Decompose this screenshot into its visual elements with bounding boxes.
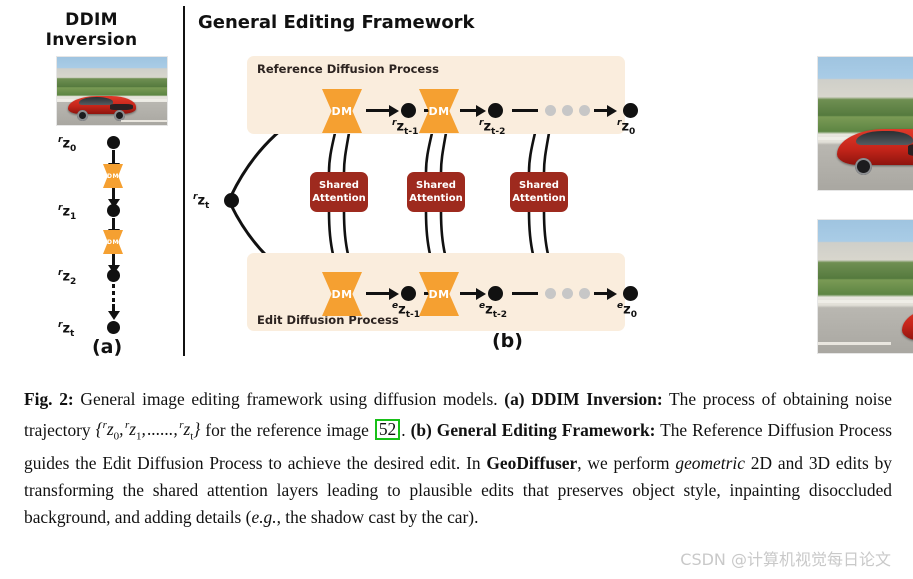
general-editing-framework-title: General Editing Framework [198, 12, 475, 33]
arrow-down [112, 150, 115, 164]
panel-a-ddim-inversion: DDIM Inversion rz0 DM rz1 DM rz2 rzt (a) [0, 0, 183, 378]
csdn-watermark: CSDN @计算机视觉每日论文 [680, 550, 891, 569]
shared-attention-block-2: Shared Attention [407, 172, 465, 212]
caption-text-4: . [401, 419, 411, 440]
caption-bold-geodiffuser: GeoDiffuser [486, 453, 578, 474]
attention-link [342, 132, 351, 173]
ellipsis-dot [562, 105, 573, 116]
figure-caption: Fig. 2: General image editing framework … [24, 386, 892, 530]
node-rzt [107, 321, 120, 334]
attention-link [424, 132, 434, 173]
reference-result-image [817, 56, 913, 191]
ellipsis-dot [545, 105, 556, 116]
car-wheel [854, 158, 872, 176]
attention-link [327, 132, 337, 173]
node-label-rzt-2: rzt-2 [479, 118, 506, 137]
node-label-rzt-1: rzt-1 [392, 118, 419, 137]
caption-text-8: , the shadow cast by the car). [276, 506, 479, 527]
arrow-right [594, 292, 608, 295]
connector-segment [512, 109, 538, 112]
panel-b-general-editing-framework: General Editing Framework rzt Reference … [183, 0, 913, 378]
caption-math-trajectory: {rz0, rz1, ......, rzt} [95, 419, 201, 443]
node-label-rz2: rz2 [58, 268, 77, 287]
edited-result-image [817, 219, 913, 354]
shared-attention-block-3: Shared Attention [510, 172, 568, 212]
shared-attention-block-1: Shared Attention [310, 172, 368, 212]
connector-segment [512, 292, 538, 295]
guardrail [818, 299, 913, 303]
ellipsis-dot [562, 288, 573, 299]
road-marking [120, 119, 167, 122]
node-label-rz1: rz1 [58, 203, 77, 222]
reference-diffusion-label: Reference Diffusion Process [257, 62, 439, 76]
caption-bold-b: (b) General Editing Framework: [410, 419, 656, 440]
node-label-rz0: rz0 [58, 135, 77, 154]
node-rz1 [107, 204, 120, 217]
node-rz0 [623, 103, 638, 118]
dm-block: DM [103, 164, 123, 188]
caption-figure-label: Fig. 2: [24, 389, 74, 409]
node-ezt-2 [488, 286, 503, 301]
ellipsis-dot [579, 105, 590, 116]
ddim-inversion-title: DDIM Inversion [0, 10, 183, 50]
node-rzt-2 [488, 103, 503, 118]
vertical-ellipsis [112, 284, 115, 304]
node-label-ez0: ez0 [617, 301, 637, 320]
node-rzt-1 [401, 103, 416, 118]
node-rz0 [107, 136, 120, 149]
arrow-right [594, 109, 608, 112]
ellipsis-dot [579, 288, 590, 299]
arrow-down [112, 188, 115, 200]
attention-link [439, 132, 448, 173]
arrow-down [112, 304, 115, 312]
node-label-rzt: rzt [58, 320, 75, 339]
car-object-edited [902, 305, 913, 342]
node-ez0 [623, 286, 638, 301]
arrow-right [460, 292, 477, 295]
node-label-branch-rzt: rzt [193, 192, 210, 211]
car-object [837, 128, 913, 165]
dm-block: DM [103, 230, 123, 254]
car-wheel [76, 110, 88, 122]
node-label-ezt-1: ezt-1 [392, 301, 420, 320]
arrow-right [366, 109, 390, 112]
reference-image-thumbnail [56, 56, 168, 126]
node-label-rz0: rz0 [617, 118, 636, 137]
ddim-title-line1: DDIM [65, 10, 118, 30]
panel-b-letter: (b) [492, 330, 523, 352]
ddim-title-line2: Inversion [45, 30, 138, 50]
node-branch-rzt [224, 193, 239, 208]
road-marking [818, 342, 892, 346]
caption-italic-geometric: geometric [675, 453, 745, 474]
node-ezt-1 [401, 286, 416, 301]
caption-text-6: , we perform [577, 453, 676, 474]
ellipsis-dot [545, 288, 556, 299]
attention-link [542, 132, 551, 173]
arrow-right [460, 109, 477, 112]
citation-link-52[interactable]: 52 [374, 419, 401, 441]
arrow-down [112, 254, 115, 266]
node-label-ezt-2: ezt-2 [479, 301, 507, 320]
caption-text-1: General image editing framework using di… [73, 389, 505, 409]
node-rz2 [107, 269, 120, 282]
figure-area: DDIM Inversion rz0 DM rz1 DM rz2 rzt (a)… [0, 0, 913, 378]
caption-text-3: for the reference image [200, 419, 374, 440]
arrow-down [112, 218, 115, 230]
attention-link [527, 132, 537, 173]
arrow-right [366, 292, 390, 295]
panel-a-letter: (a) [92, 336, 123, 358]
caption-bold-a: (a) DDIM Inversion: [504, 389, 663, 409]
caption-italic-eg: e.g. [251, 506, 277, 527]
